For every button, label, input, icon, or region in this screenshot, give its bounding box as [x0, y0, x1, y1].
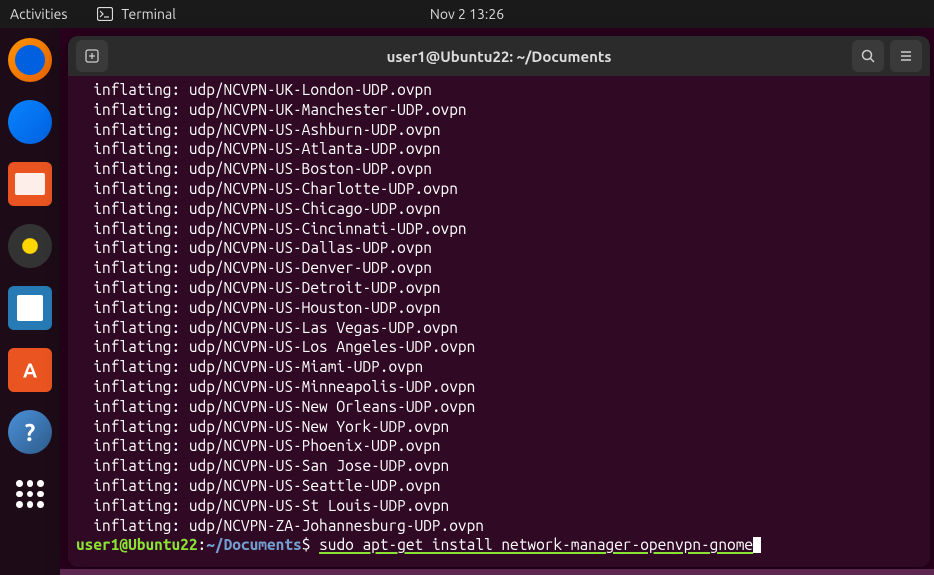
new-tab-button[interactable] [76, 40, 108, 72]
active-app-name: Terminal [121, 6, 176, 22]
show-apps-icon[interactable] [8, 472, 52, 516]
ubuntu-software-icon[interactable] [8, 348, 52, 392]
thunderbird-icon[interactable] [8, 100, 52, 144]
libreoffice-writer-icon[interactable] [8, 286, 52, 330]
search-icon [860, 48, 876, 64]
gnome-top-bar: Activities Terminal Nov 2 13:26 [0, 0, 934, 28]
dock: ? [0, 28, 60, 575]
prompt-dollar: $ [302, 536, 319, 553]
rhythmbox-icon[interactable] [8, 224, 52, 268]
prompt-colon: : [198, 536, 207, 553]
terminal-cursor [753, 537, 761, 553]
window-titlebar: user1@Ubuntu22: ~/Documents [68, 36, 930, 76]
search-button[interactable] [852, 40, 884, 72]
activities-button[interactable]: Activities [10, 6, 67, 22]
terminal-window: user1@Ubuntu22: ~/Documents inflating: u… [68, 36, 930, 567]
files-icon[interactable] [8, 162, 52, 206]
prompt-userhost: user1@Ubuntu22 [76, 536, 198, 553]
terminal-output[interactable]: inflating: udp/NCVPN-UK-London-UDP.ovpn … [68, 76, 930, 567]
bottom-panel [60, 569, 934, 575]
active-app-indicator[interactable]: Terminal [97, 6, 176, 22]
prompt-command: sudo apt-get install network-manager-ope… [319, 536, 753, 553]
hamburger-menu-button[interactable] [890, 40, 922, 72]
hamburger-icon [898, 48, 914, 64]
terminal-app-icon [97, 7, 113, 21]
window-title: user1@Ubuntu22: ~/Documents [387, 48, 612, 65]
prompt-path: ~/Documents [206, 536, 301, 553]
firefox-icon[interactable] [8, 38, 52, 82]
clock[interactable]: Nov 2 13:26 [430, 6, 504, 22]
new-tab-icon [85, 49, 99, 63]
help-icon[interactable]: ? [8, 410, 52, 454]
